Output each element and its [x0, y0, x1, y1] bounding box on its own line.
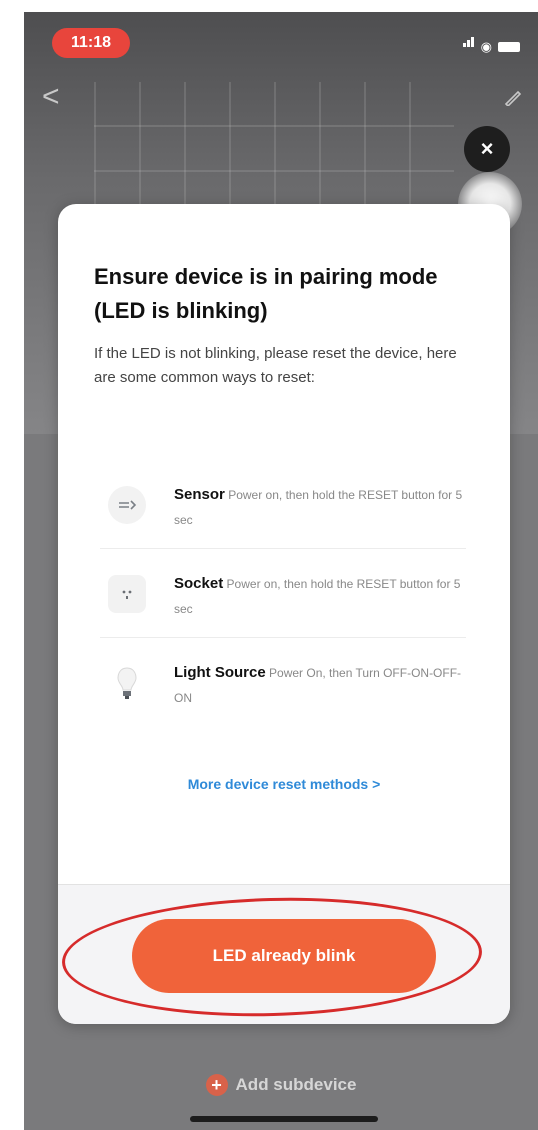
more-reset-methods-link[interactable]: More device reset methods > — [58, 776, 510, 792]
list-item: Socket Power on, then hold the RESET but… — [100, 549, 466, 638]
wifi-icon: ◉ — [480, 39, 492, 54]
home-indicator[interactable] — [190, 1116, 378, 1122]
reset-item-name: Socket — [174, 575, 224, 592]
dialog-title: Ensure device is in pairing mode (LED is… — [94, 264, 438, 323]
battery-icon — [498, 42, 520, 52]
socket-icon — [108, 575, 146, 613]
signal-icon — [462, 34, 475, 52]
list-item: Light Source Power On, then Turn OFF-ON-… — [100, 638, 466, 726]
reset-item-name: Light Source — [174, 664, 266, 681]
add-subdevice-button[interactable]: + Add subdevice — [24, 1074, 538, 1096]
back-icon[interactable]: < — [42, 82, 60, 112]
list-item: Sensor Power on, then hold the RESET but… — [100, 460, 466, 549]
status-time: 11:18 — [52, 28, 130, 58]
add-subdevice-label: Add subdevice — [235, 1075, 357, 1094]
reset-method-list: Sensor Power on, then hold the RESET but… — [100, 460, 466, 726]
edit-icon[interactable] — [504, 88, 522, 106]
add-icon: + — [205, 1074, 228, 1096]
status-icons: ◉ — [462, 34, 520, 54]
dialog-description: If the LED is not blinking, please reset… — [94, 345, 457, 386]
bulb-icon — [108, 664, 146, 702]
close-icon[interactable]: × — [464, 126, 510, 172]
sensor-icon — [108, 486, 146, 524]
reset-item-name: Sensor — [174, 486, 225, 503]
